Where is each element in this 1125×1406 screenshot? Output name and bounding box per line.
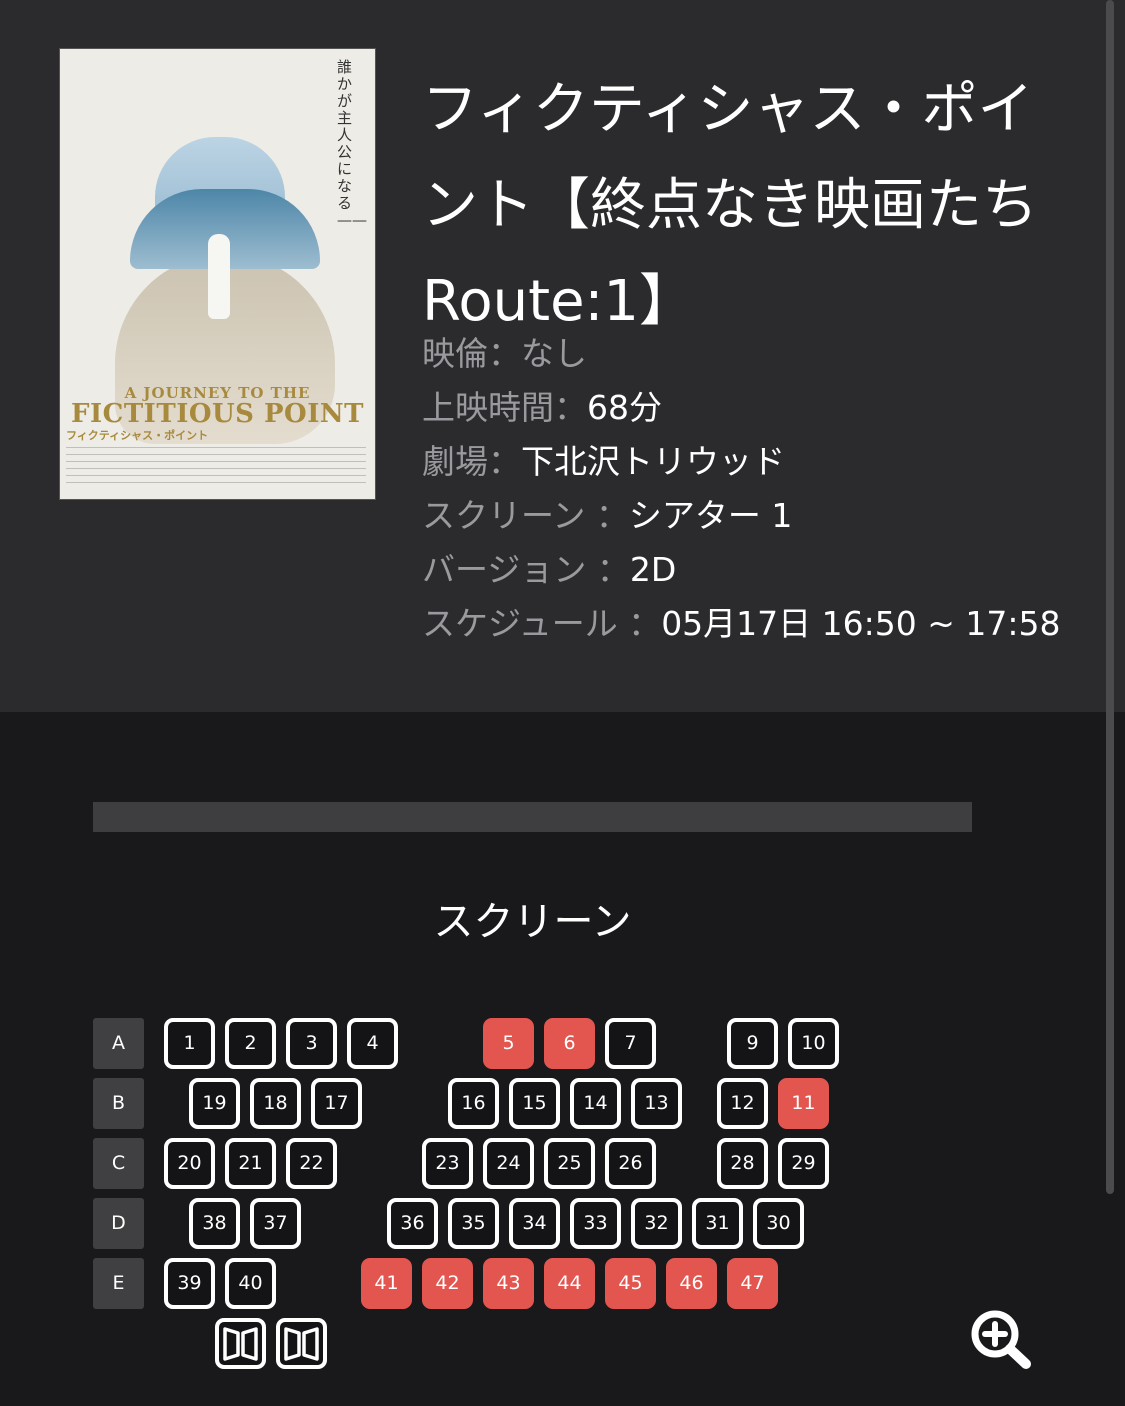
seat-15[interactable]: 15 [509,1078,560,1129]
seat-25[interactable]: 25 [544,1138,595,1189]
movie-header: 誰かが主人公になる—— A JOURNEY TO THE FICTITIOUS … [0,0,1125,712]
row-label-a: A [93,1018,144,1069]
seat-13[interactable]: 13 [631,1078,682,1129]
seat-14[interactable]: 14 [570,1078,621,1129]
poster-credits [66,444,366,484]
info-value: 05月17日 16:50 ~ 17:58 [661,604,1061,643]
row-label-e: E [93,1258,144,1309]
seat-7[interactable]: 7 [605,1018,656,1069]
info-label: バージョン ： [422,550,630,589]
info-schedule: スケジュール ：05月17日 16:50 ~ 17:58 [422,597,1112,651]
seat-32[interactable]: 32 [631,1198,682,1249]
info-version: バージョン ：2D [422,543,1112,597]
seat-29[interactable]: 29 [778,1138,829,1189]
row-label-b: B [93,1078,144,1129]
screen-label: スクリーン [433,899,632,945]
info-screen: スクリーン ：シアター 1 [422,489,1112,543]
info-label: 映倫： [422,334,521,373]
seat-3[interactable]: 3 [286,1018,337,1069]
seat-22[interactable]: 22 [286,1138,337,1189]
door-icon [276,1318,327,1369]
movie-poster: 誰かが主人公になる—— A JOURNEY TO THE FICTITIOUS … [60,49,375,499]
seat-1[interactable]: 1 [164,1018,215,1069]
scrollbar[interactable] [1106,0,1114,1194]
seat-37[interactable]: 37 [250,1198,301,1249]
seat-26[interactable]: 26 [605,1138,656,1189]
info-value: シアター 1 [628,496,793,535]
seat-12[interactable]: 12 [717,1078,768,1129]
seat-24[interactable]: 24 [483,1138,534,1189]
info-value: なし [521,334,587,373]
seat-4[interactable]: 4 [347,1018,398,1069]
seat-17[interactable]: 17 [311,1078,362,1129]
seat-39[interactable]: 39 [164,1258,215,1309]
poster-tagline: 誰かが主人公になる—— [337,58,367,229]
seat-6: 6 [544,1018,595,1069]
seat-42: 42 [422,1258,473,1309]
info-value: 下北沢トリウッド [521,442,785,481]
seat-41: 41 [361,1258,412,1309]
seat-45: 45 [605,1258,656,1309]
seat-31[interactable]: 31 [692,1198,743,1249]
info-runtime: 上映時間：68分 [422,381,1112,435]
poster-title-jp: フィクティシャス・ポイント [66,429,209,442]
row-label-c: C [93,1138,144,1189]
seat-11: 11 [778,1078,829,1129]
seat-36[interactable]: 36 [387,1198,438,1249]
seat-46: 46 [666,1258,717,1309]
seat-28[interactable]: 28 [717,1138,768,1189]
seat-35[interactable]: 35 [448,1198,499,1249]
seat-18[interactable]: 18 [250,1078,301,1129]
poster-figure [208,234,230,319]
seat-47: 47 [727,1258,778,1309]
info-label: スケジュール ： [422,604,662,643]
seat-38[interactable]: 38 [189,1198,240,1249]
info-value: 68分 [587,388,662,427]
seat-40[interactable]: 40 [225,1258,276,1309]
seat-10[interactable]: 10 [788,1018,839,1069]
seat-33[interactable]: 33 [570,1198,621,1249]
seat-20[interactable]: 20 [164,1138,215,1189]
movie-title: フィクティシャス・ポイント【終点なき映画たち Route:1】 [422,77,1038,334]
info-rating: 映倫：なし [422,327,1112,381]
seat-21[interactable]: 21 [225,1138,276,1189]
poster-title-en-large: FICTITIOUS POINT [71,399,364,429]
zoom-in-icon[interactable] [968,1308,1034,1370]
seat-30[interactable]: 30 [753,1198,804,1249]
seat-9[interactable]: 9 [727,1018,778,1069]
info-label: 劇場： [422,442,521,481]
info-theater: 劇場：下北沢トリウッド [422,435,1112,489]
row-label-d: D [93,1198,144,1249]
seat-44: 44 [544,1258,595,1309]
info-label: 上映時間： [422,388,587,427]
seat-16[interactable]: 16 [448,1078,499,1129]
seat-34[interactable]: 34 [509,1198,560,1249]
seat-43: 43 [483,1258,534,1309]
door-icon [215,1318,266,1369]
movie-info: 映倫：なし 上映時間：68分 劇場：下北沢トリウッド スクリーン ：シアター 1… [422,327,1112,651]
seat-2[interactable]: 2 [225,1018,276,1069]
screen-bar [93,802,972,832]
info-value: 2D [629,550,677,589]
seat-23[interactable]: 23 [422,1138,473,1189]
seat-5: 5 [483,1018,534,1069]
info-label: スクリーン ： [422,496,629,535]
seat-19[interactable]: 19 [189,1078,240,1129]
